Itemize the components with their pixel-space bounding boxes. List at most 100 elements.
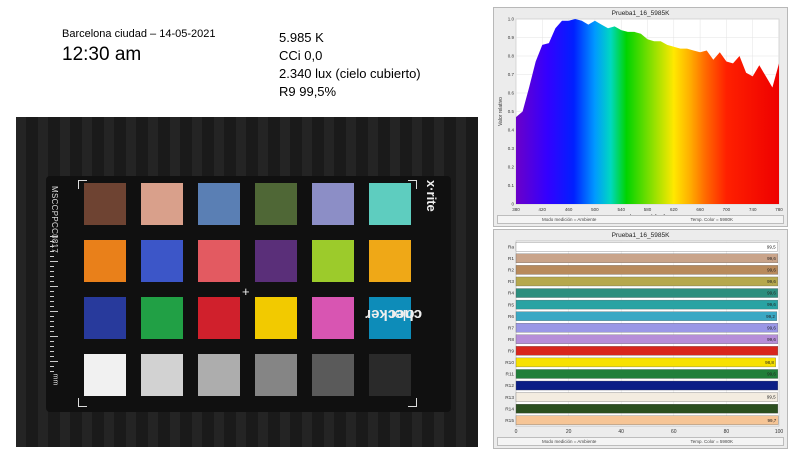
bar-value-label: 99,6 [767, 325, 776, 330]
category-label: R12 [505, 383, 514, 389]
cri-bar [515, 369, 779, 379]
bar-value-label: 99,6 [767, 256, 776, 261]
ruler-tick [50, 236, 58, 237]
x-tick-label: 620 [670, 207, 678, 212]
y-tick-label: 0.4 [508, 128, 515, 133]
y-tick-label: 0.3 [508, 146, 515, 151]
cri-chart: 0 20 40 60 80 100 Ra 99,5 R1 99,6 R2 99,6 R3 99,6 R4 99… [505, 240, 784, 435]
colorchecker-logo: color checker [365, 306, 422, 323]
ruler-tick [50, 276, 54, 277]
y-tick-label: 0.7 [508, 72, 515, 77]
category-label: R13 [505, 395, 514, 401]
color-patch [255, 297, 297, 339]
bar-value-label: 99,5 [767, 395, 776, 400]
ruler-tick [50, 331, 54, 332]
x-tick-label: 460 [565, 207, 573, 212]
ruler-tick [50, 241, 54, 242]
cri-bar [515, 311, 778, 321]
x-tick-label: 700 [723, 207, 731, 212]
y-tick-label: 0.9 [508, 35, 515, 40]
x-tick-label: 80 [724, 429, 730, 435]
bar-value-label: 99,6 [767, 268, 776, 273]
color-checker-card: MSCCPPCC0817 mm + x·rite color checker [46, 176, 451, 412]
color-temperature-value: 5.985 K [279, 30, 324, 45]
ruler-tick [50, 251, 54, 252]
y-tick-label: 0 [511, 202, 514, 207]
bar-value-label: 99,6 [767, 279, 776, 284]
ruler-tick [50, 286, 58, 287]
bar-value-label: 99,2 [766, 314, 775, 319]
cri-bar [515, 346, 779, 356]
x-tick-label: 100 [775, 429, 784, 435]
color-patch [312, 183, 354, 225]
category-label: R6 [508, 314, 514, 320]
cri-bar [515, 299, 779, 310]
cri-footer: Modo medición = Ambiente Temp. Color = 5… [497, 437, 784, 446]
cri-bar [515, 403, 779, 414]
ruler-tick [50, 346, 54, 347]
cri-bar [515, 253, 779, 264]
x-tick-label: 580 [644, 207, 652, 212]
ruler-tick [50, 256, 54, 257]
color-patch [255, 183, 297, 225]
cri-bar [515, 380, 779, 391]
color-patch [369, 354, 411, 396]
color-patch [255, 240, 297, 282]
category-label: R7 [508, 325, 514, 331]
spectrum-footer-temp: Temp. Color = 5980K [690, 217, 733, 222]
ruler-tick [50, 316, 54, 317]
spectrum-footer-mode: Modo medición = Ambiente [542, 217, 597, 222]
x-tick-label: 20 [566, 429, 572, 435]
cri-bar [515, 334, 779, 344]
ruler-tick [50, 366, 54, 367]
y-axis-label: Valor relativo [498, 97, 504, 126]
ruler-tick [50, 261, 58, 262]
category-label: R11 [506, 372, 515, 378]
y-tick-label: 1.0 [508, 17, 515, 22]
ruler [50, 236, 60, 376]
y-tick-label: 0.5 [508, 109, 515, 114]
spectrum-footer: Modo medición = Ambiente Temp. Color = 5… [497, 215, 784, 224]
spectrum-chart: 380 420 460 500 540 580 620 660 700 740 780 0 0.1 0.2… [498, 17, 783, 217]
ruler-tick [50, 371, 54, 372]
y-tick-label: 0.2 [508, 165, 515, 170]
r9-value: R9 99,5% [279, 84, 337, 99]
color-patch [312, 354, 354, 396]
category-label: R2 [508, 268, 514, 274]
category-label: R4 [508, 291, 514, 297]
time-label: 12:30 am [62, 44, 142, 65]
color-patch [141, 354, 183, 396]
x-tick-label: 60 [671, 429, 677, 435]
bar-value-label: 99,6 [767, 337, 776, 342]
bar-value-label: 99,6 [767, 372, 776, 377]
color-patch [198, 297, 240, 339]
ruler-tick [50, 341, 54, 342]
bar-value-label: 99,7 [767, 418, 776, 423]
category-label: R3 [508, 279, 514, 285]
color-patch [198, 354, 240, 396]
ruler-tick [50, 336, 58, 337]
color-patch [312, 297, 354, 339]
ruler-tick [50, 311, 58, 312]
category-label: R14 [505, 406, 514, 412]
bar-value-label: 99,5 [767, 244, 776, 249]
color-patch [141, 183, 183, 225]
cri-footer-mode: Modo medición = Ambiente [542, 439, 597, 444]
category-label: R10 [505, 360, 514, 366]
category-label: R5 [508, 302, 514, 308]
color-patch [84, 354, 126, 396]
x-tick-label: 420 [539, 207, 547, 212]
cri-bar [515, 357, 776, 368]
color-patch [255, 354, 297, 396]
illuminance-value: 2.340 lux (cielo cubierto) [279, 66, 421, 81]
cri-footer-temp: Temp. Color = 5980K [690, 439, 733, 444]
x-tick-label: 740 [749, 207, 757, 212]
ruler-tick [50, 296, 54, 297]
cri-bar [515, 392, 778, 402]
cri-panel: Prueba1_16_5985K 0 20 40 60 80 100 Ra 99,5 R1 99,… [493, 229, 788, 449]
y-tick-label: 0.8 [508, 54, 515, 59]
cci-value: CCi 0,0 [279, 48, 323, 63]
ruler-tick [50, 351, 54, 352]
x-tick-label: 500 [591, 207, 599, 212]
ruler-tick [50, 356, 54, 357]
